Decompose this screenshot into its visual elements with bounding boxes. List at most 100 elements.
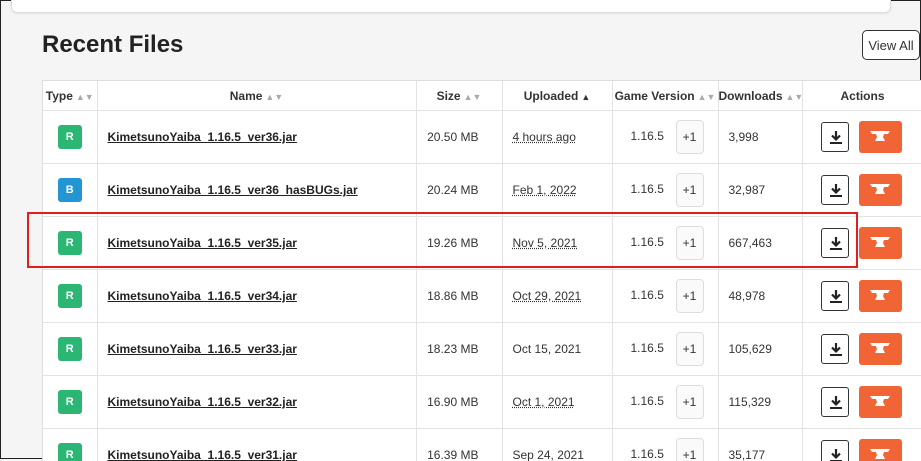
game-version-cell: 1.16.5+1	[612, 164, 718, 217]
actions-cell	[802, 164, 921, 217]
name-cell: KimetsunoYaiba_1.16.5_ver35.jar	[97, 217, 416, 270]
uploaded-cell: Oct 15, 2021	[502, 323, 612, 376]
download-button[interactable]	[821, 387, 849, 417]
header-uploaded[interactable]: Uploaded▲	[502, 81, 612, 111]
type-cell: R	[43, 376, 97, 429]
downloads-cell: 115,329	[718, 376, 802, 429]
header-size[interactable]: Size▲▼	[416, 81, 502, 111]
type-cell: R	[43, 429, 97, 461]
sort-icon: ▲▼	[698, 92, 716, 102]
curseforge-install-button[interactable]	[859, 439, 902, 461]
header-uploaded-label: Uploaded	[524, 89, 579, 103]
name-cell: KimetsunoYaiba_1.16.5_ver33.jar	[97, 323, 416, 376]
more-versions-button[interactable]: +1	[676, 226, 704, 260]
upload-date: 4 hours ago	[513, 130, 576, 144]
header-type[interactable]: Type▲▼	[43, 81, 97, 111]
curseforge-install-button[interactable]	[859, 174, 902, 206]
download-button[interactable]	[821, 281, 849, 311]
name-cell: KimetsunoYaiba_1.16.5_ver31.jar	[97, 429, 416, 461]
downloads-cell: 35,177	[718, 429, 802, 461]
more-versions-button[interactable]: +1	[676, 332, 704, 366]
header-size-label: Size	[437, 89, 461, 103]
anvil-icon	[868, 129, 892, 145]
download-icon	[828, 288, 844, 304]
table-row: R KimetsunoYaiba_1.16.5_ver32.jar 16.90 …	[43, 376, 921, 429]
uploaded-cell: Oct 1, 2021	[502, 376, 612, 429]
view-all-button[interactable]: View All	[862, 30, 920, 60]
release-type-badge: R	[58, 231, 82, 255]
more-versions-button[interactable]: +1	[676, 279, 704, 313]
uploaded-cell: Nov 5, 2021	[502, 217, 612, 270]
header-game-version[interactable]: Game Version▲▼	[612, 81, 718, 111]
more-versions-button[interactable]: +1	[676, 120, 704, 154]
curseforge-install-button[interactable]	[859, 386, 902, 418]
curseforge-install-button[interactable]	[859, 121, 902, 153]
download-icon	[828, 182, 844, 198]
game-version-cell: 1.16.5+1	[612, 217, 718, 270]
download-button[interactable]	[821, 175, 849, 205]
type-cell: R	[43, 111, 97, 164]
file-name-link[interactable]: KimetsunoYaiba_1.16.5_ver34.jar	[108, 289, 297, 303]
file-name-link[interactable]: KimetsunoYaiba_1.16.5_ver35.jar	[108, 236, 297, 250]
header-name[interactable]: Name▲▼	[97, 81, 416, 111]
game-version-text: 1.16.5	[631, 182, 676, 196]
size-cell: 20.24 MB	[416, 164, 502, 217]
header-game-version-label: Game Version	[615, 89, 695, 103]
curseforge-install-button[interactable]	[859, 280, 902, 312]
uploaded-cell: Sep 24, 2021	[502, 429, 612, 461]
size-cell: 18.86 MB	[416, 270, 502, 323]
download-button[interactable]	[821, 334, 849, 364]
sort-icon: ▲▼	[76, 92, 94, 102]
header-actions: Actions	[802, 81, 921, 111]
beta-type-badge: B	[58, 178, 82, 202]
download-icon	[828, 394, 844, 410]
release-type-badge: R	[58, 443, 82, 461]
anvil-icon	[868, 235, 892, 251]
file-name-link[interactable]: KimetsunoYaiba_1.16.5_ver32.jar	[108, 395, 297, 409]
header-downloads[interactable]: Downloads▲▼	[718, 81, 802, 111]
table-row: R KimetsunoYaiba_1.16.5_ver34.jar 18.86 …	[43, 270, 921, 323]
table-row: R KimetsunoYaiba_1.16.5_ver33.jar 18.23 …	[43, 323, 921, 376]
game-version-cell: 1.16.5+1	[612, 376, 718, 429]
table-row: R KimetsunoYaiba_1.16.5_ver31.jar 16.39 …	[43, 429, 921, 461]
uploaded-cell: Oct 29, 2021	[502, 270, 612, 323]
curseforge-install-button[interactable]	[859, 227, 902, 259]
downloads-cell: 105,629	[718, 323, 802, 376]
file-name-link[interactable]: KimetsunoYaiba_1.16.5_ver33.jar	[108, 342, 297, 356]
game-version-cell: 1.16.5+1	[612, 323, 718, 376]
upload-date: Oct 1, 2021	[513, 395, 575, 409]
sort-icon: ▲▼	[786, 92, 804, 102]
type-cell: R	[43, 323, 97, 376]
file-name-link[interactable]: KimetsunoYaiba_1.16.5_ver31.jar	[108, 448, 297, 461]
sort-icon: ▲▼	[464, 92, 482, 102]
file-name-link[interactable]: KimetsunoYaiba_1.16.5_ver36.jar	[108, 130, 297, 144]
download-button[interactable]	[821, 440, 849, 461]
game-version-text: 1.16.5	[631, 235, 676, 249]
release-type-badge: R	[58, 125, 82, 149]
curseforge-install-button[interactable]	[859, 333, 902, 365]
header-name-label: Name	[230, 89, 263, 103]
release-type-badge: R	[58, 390, 82, 414]
game-version-cell: 1.16.5+1	[612, 111, 718, 164]
anvil-icon	[868, 182, 892, 198]
release-type-badge: R	[58, 284, 82, 308]
upload-date: Nov 5, 2021	[513, 236, 578, 250]
upload-date: Oct 15, 2021	[513, 342, 582, 356]
name-cell: KimetsunoYaiba_1.16.5_ver36.jar	[97, 111, 416, 164]
download-button[interactable]	[821, 122, 849, 152]
more-versions-button[interactable]: +1	[676, 385, 704, 419]
more-versions-button[interactable]: +1	[676, 173, 704, 207]
table-header-row: Type▲▼ Name▲▼ Size▲▼ Uploaded▲ Game Vers…	[43, 81, 921, 111]
anvil-icon	[868, 288, 892, 304]
download-icon	[828, 341, 844, 357]
download-button[interactable]	[821, 228, 849, 258]
file-name-link[interactable]: KimetsunoYaiba_1.16.5_ver36_hasBUGs.jar	[108, 183, 358, 197]
downloads-cell: 32,987	[718, 164, 802, 217]
game-version-text: 1.16.5	[631, 341, 676, 355]
header-type-label: Type	[46, 89, 73, 103]
download-icon	[828, 129, 844, 145]
actions-cell	[802, 429, 921, 461]
more-versions-button[interactable]: +1	[676, 438, 704, 461]
name-cell: KimetsunoYaiba_1.16.5_ver32.jar	[97, 376, 416, 429]
downloads-cell: 48,978	[718, 270, 802, 323]
